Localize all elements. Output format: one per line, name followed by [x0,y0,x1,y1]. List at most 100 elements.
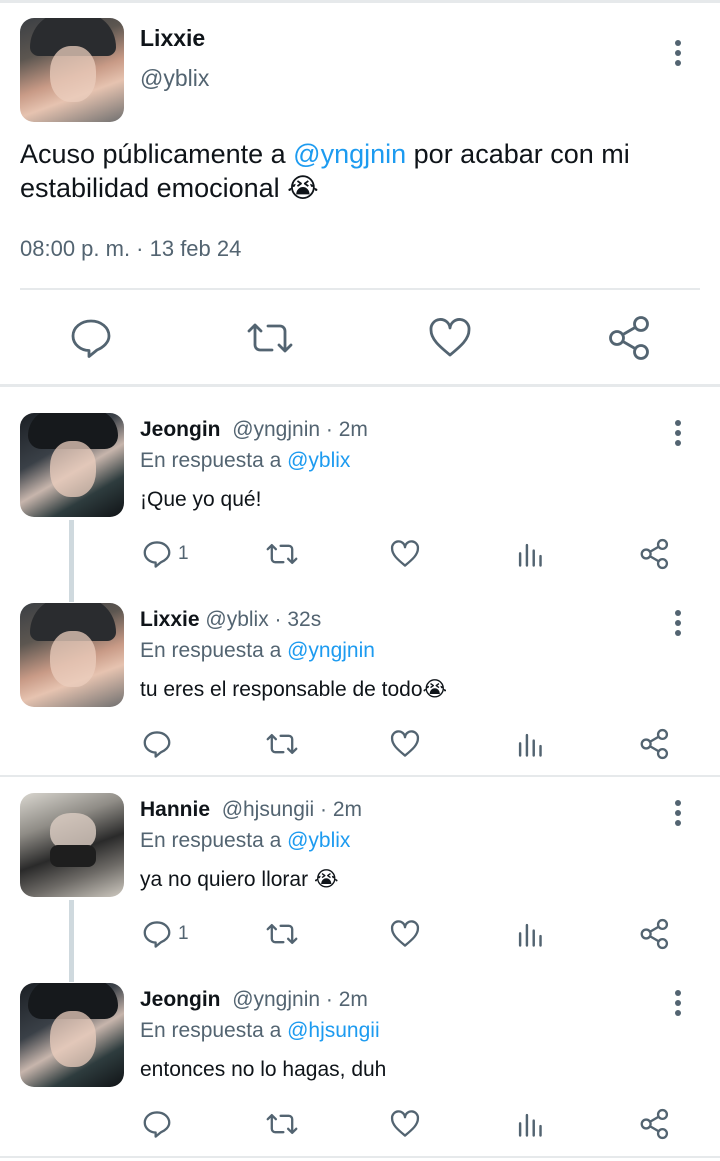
author-name[interactable]: Jeongin [140,418,221,441]
share-button[interactable] [638,727,672,761]
tweet-text: ¡Que yo qué! [140,487,261,512]
reply-prefix: En respuesta a [140,639,288,662]
retweet-button[interactable] [264,917,300,951]
reply-button[interactable] [140,727,178,761]
reply-button[interactable]: 1 [140,537,189,571]
avatar[interactable] [20,793,124,897]
tweet-actions [0,1107,720,1141]
tweet-text: tu eres el responsable de todo😭 [140,677,447,702]
more-options-icon[interactable] [668,420,688,450]
bar-chart-icon [518,543,542,567]
tweet-actions [0,313,720,369]
bar-chart-icon [518,733,542,757]
views-button[interactable] [514,1107,548,1141]
tweet-text-part: ya no quiero llorar [140,868,314,891]
mention-link[interactable]: @yngjnin [293,139,406,169]
like-button[interactable] [388,537,422,571]
speech-bubble-icon [71,319,111,358]
tweet-text-part: entonces no lo hagas, duh [140,1058,387,1081]
share-button[interactable] [638,537,672,571]
heart-icon [390,540,420,567]
mention-link[interactable]: @yblix [287,829,350,852]
reply-button[interactable] [66,313,116,363]
tweet-text-part: tu eres el responsable de todo [140,678,423,701]
crying-emoji: 😭 [422,677,448,701]
reply-count: 1 [178,923,189,944]
crying-emoji: 😭 [287,173,319,204]
handle-time[interactable]: @yngjnin · 2m [232,988,368,1011]
share-button[interactable] [605,313,655,363]
divider [0,775,720,777]
share-icon [640,1108,669,1140]
handle-time[interactable]: @yngjnin · 2m [232,418,368,441]
replying-to: En respuesta a @yngjnin [140,639,375,663]
retweet-icon [247,323,293,353]
reply-button[interactable]: 1 [140,917,189,951]
author-name[interactable]: Jeongin [140,988,221,1011]
speech-bubble-icon [143,921,171,948]
avatar[interactable] [20,18,124,122]
author-name[interactable]: Lixxie [140,25,205,52]
views-button[interactable] [514,727,548,761]
handle-time[interactable]: @yblix · 32s [205,608,321,631]
share-button[interactable] [638,917,672,951]
like-button[interactable] [425,313,475,363]
reply-prefix: En respuesta a [140,1019,288,1042]
share-button[interactable] [638,1107,672,1141]
reply-tweet: Lixxie @yblix · 32s En respuesta a @yngj… [0,603,720,773]
crying-emoji: 😭 [313,867,339,891]
handle-time[interactable]: @hjsungii · 2m [222,798,362,821]
retweet-button[interactable] [264,1107,300,1141]
reply-header: Hannie @hjsungii · 2m [140,798,362,822]
main-tweet: Lixxie @yblix Acuso públicamente a @yngj… [0,3,720,385]
tweet-actions [0,727,720,761]
heart-icon [429,318,471,357]
more-options-icon[interactable] [668,800,688,830]
tweet-text: entonces no lo hagas, duh [140,1057,386,1082]
author-name[interactable]: Lixxie [140,608,200,631]
like-button[interactable] [388,917,422,951]
views-button[interactable] [514,537,548,571]
avatar[interactable] [20,983,124,1087]
divider [0,1156,720,1158]
tweet-actions: 1 [0,537,720,571]
retweet-icon [266,1114,298,1134]
tweet-timestamp[interactable]: 08:00 p. m. · 13 feb 24 [20,236,241,262]
views-button[interactable] [514,917,548,951]
retweet-icon [266,544,298,564]
mention-link[interactable]: @hjsungii [287,1019,380,1042]
author-name[interactable]: Hannie [140,798,210,821]
share-icon [640,728,669,760]
speech-bubble-icon [143,541,171,568]
section-divider [0,384,720,387]
reply-prefix: En respuesta a [140,449,288,472]
avatar[interactable] [20,413,124,517]
share-icon [609,316,649,360]
author-handle[interactable]: @yblix [140,65,209,92]
tweet-text-part: Acuso públicamente a [20,139,294,169]
reply-tweet: Hannie @hjsungii · 2m En respuesta a @yb… [0,793,720,963]
retweet-icon [266,924,298,944]
mention-link[interactable]: @yngjnin [287,639,375,662]
more-options-icon[interactable] [668,990,688,1020]
retweet-icon [266,734,298,754]
like-button[interactable] [388,1107,422,1141]
speech-bubble-icon [143,1111,171,1138]
retweet-button[interactable] [264,727,300,761]
divider [20,288,700,290]
reply-button[interactable] [140,1107,178,1141]
speech-bubble-icon [143,731,171,758]
reply-header: Lixxie @yblix · 32s [140,608,321,632]
heart-icon [390,1110,420,1137]
retweet-button[interactable] [245,313,295,363]
more-options-icon[interactable] [668,610,688,640]
replying-to: En respuesta a @hjsungii [140,1019,380,1043]
like-button[interactable] [388,727,422,761]
tweet-text: ya no quiero llorar 😭 [140,867,338,892]
mention-link[interactable]: @yblix [287,449,350,472]
avatar[interactable] [20,603,124,707]
more-options-icon[interactable] [668,40,688,70]
retweet-button[interactable] [264,537,300,571]
heart-icon [390,920,420,947]
reply-header: Jeongin @yngjnin · 2m [140,988,368,1012]
